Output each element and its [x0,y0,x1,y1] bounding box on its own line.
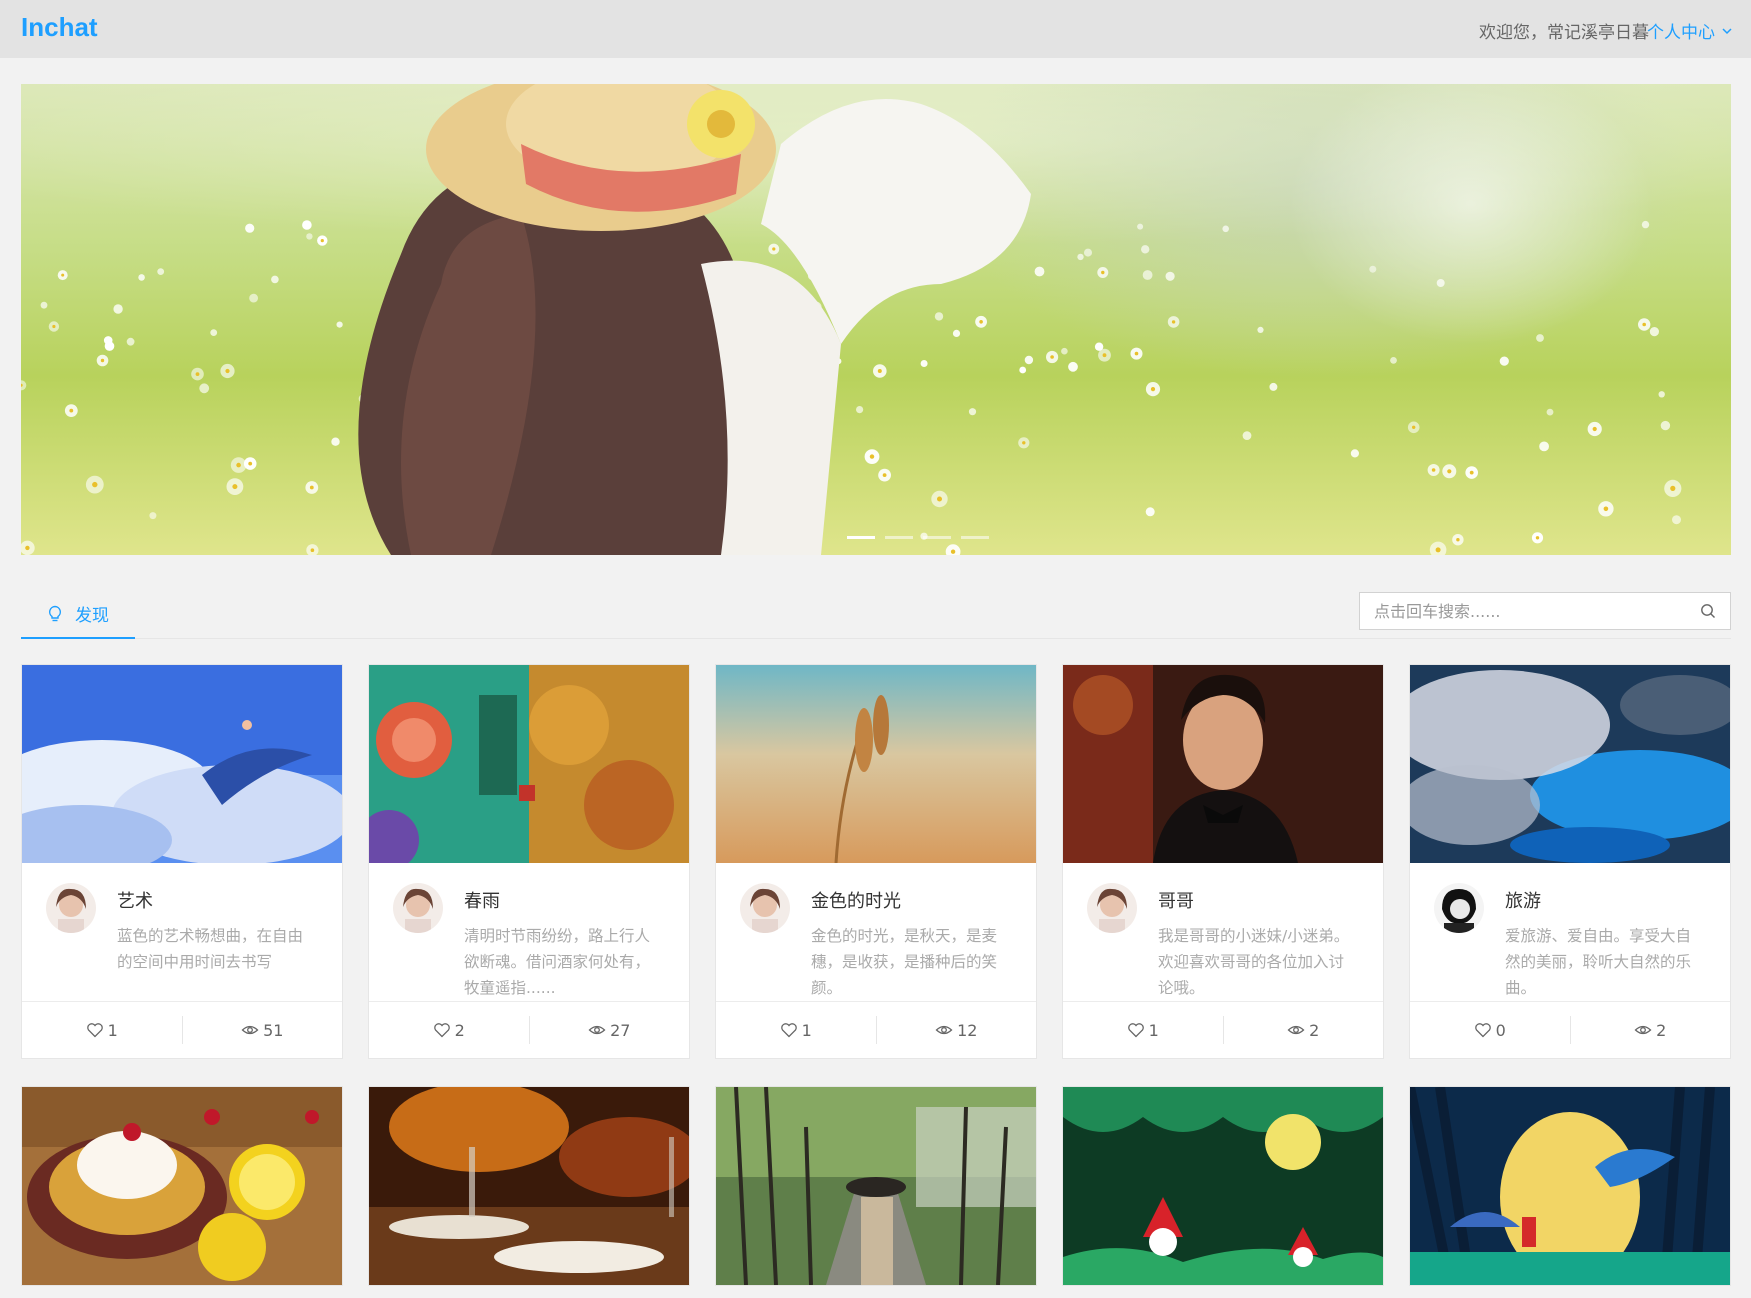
banner-image [21,84,1731,555]
card-cover-image[interactable] [22,1087,342,1285]
card-cover-image[interactable] [22,665,342,863]
like-button[interactable]: 1 [22,1002,182,1058]
like-button[interactable]: 1 [716,1002,876,1058]
eye-icon [935,1025,953,1035]
user-center-menu[interactable]: 个人中心 [1647,18,1733,43]
search-box [1359,592,1731,630]
top-navbar: Inchat 欢迎您，常记溪亭日暮 个人中心 [0,0,1751,58]
like-count: 1 [107,1020,118,1040]
card-description: 金色的时光，是秋天，是麦穗，是收获，是播种后的笑颜。 [811,927,998,997]
card-cover-image[interactable] [716,1087,1036,1285]
tab-discover[interactable]: 发现 [21,590,135,639]
card-description: 我是哥哥的小迷妹/小迷弟。欢迎喜欢哥哥的各位加入讨论哦。 [1158,927,1350,997]
card-footer: 1 12 [716,1002,1036,1058]
post-card[interactable]: 春雨 清明时节雨纷纷，路上行人欲断魂。借问酒家何处有，牧童遥指...... 2 … [368,664,690,1059]
brand-logo[interactable]: Inchat [21,12,98,43]
like-button[interactable]: 2 [369,1002,529,1058]
card-cover-image[interactable] [369,1087,689,1285]
card-body: 艺术 蓝色的艺术畅想曲，在自由的空间中用时间去书写 [22,863,342,1002]
heart-icon [1474,1023,1491,1038]
eye-icon [241,1025,259,1035]
card-cover-image[interactable] [1063,1087,1383,1285]
post-card[interactable] [21,1086,343,1286]
avatar[interactable] [1087,883,1137,933]
view-count: 2 [1309,1020,1320,1040]
card-body: 春雨 清明时节雨纷纷，路上行人欲断魂。借问酒家何处有，牧童遥指...... [369,863,689,1002]
tab-label: 发现 [75,606,109,626]
card-title[interactable]: 旅游 [1505,887,1541,913]
post-card[interactable] [1409,1086,1731,1286]
search-input[interactable] [1360,593,1680,629]
card-body: 旅游 爱旅游、爱自由。享受大自然的美丽，聆听大自然的乐曲。 [1410,863,1730,1002]
carousel-indicator[interactable] [885,536,913,539]
carousel-indicator[interactable] [961,536,989,539]
user-center-label: 个人中心 [1647,23,1715,43]
view-count-stat: 27 [530,1002,690,1058]
card-cover-image[interactable] [1063,665,1383,863]
heart-icon [1127,1023,1144,1038]
card-title[interactable]: 春雨 [464,887,500,913]
card-title[interactable]: 哥哥 [1158,887,1194,913]
heart-icon [780,1023,797,1038]
eye-icon [588,1025,606,1035]
card-footer: 1 51 [22,1002,342,1058]
search-icon[interactable] [1700,603,1716,619]
card-footer: 1 2 [1063,1002,1383,1058]
view-count-stat: 2 [1571,1002,1731,1058]
welcome-text: 欢迎您，常记溪亭日暮 [1479,23,1649,43]
view-count: 51 [263,1020,284,1040]
avatar[interactable] [393,883,443,933]
post-card[interactable] [1062,1086,1384,1286]
carousel-indicator[interactable] [923,536,951,539]
like-count: 1 [801,1020,812,1040]
eye-icon [1287,1025,1305,1035]
post-card[interactable]: 旅游 爱旅游、爱自由。享受大自然的美丽，聆听大自然的乐曲。 0 2 [1409,664,1731,1059]
heart-icon [86,1023,103,1038]
card-cover-image[interactable] [716,665,1036,863]
card-footer: 2 27 [369,1002,689,1058]
card-footer: 0 2 [1410,1002,1730,1058]
card-description: 蓝色的艺术畅想曲，在自由的空间中用时间去书写 [117,927,304,971]
post-card[interactable]: 艺术 蓝色的艺术畅想曲，在自由的空间中用时间去书写 1 51 [21,664,343,1059]
card-description: 爱旅游、爱自由。享受大自然的美丽，聆听大自然的乐曲。 [1505,927,1692,997]
view-count: 27 [610,1020,631,1040]
heart-icon [433,1023,450,1038]
chevron-down-icon [1722,27,1732,34]
view-count-stat: 2 [1224,1002,1384,1058]
card-cover-image[interactable] [1410,665,1730,863]
card-cover-image[interactable] [1410,1087,1730,1285]
view-count: 12 [957,1020,978,1040]
view-count-stat: 12 [877,1002,1037,1058]
like-button[interactable]: 1 [1063,1002,1223,1058]
like-count: 1 [1148,1020,1159,1040]
card-title[interactable]: 艺术 [117,887,153,913]
card-title[interactable]: 金色的时光 [811,887,901,913]
card-body: 哥哥 我是哥哥的小迷妹/小迷弟。欢迎喜欢哥哥的各位加入讨论哦。 [1063,863,1383,1002]
card-body: 金色的时光 金色的时光，是秋天，是麦穗，是收获，是播种后的笑颜。 [716,863,1036,1002]
like-count: 0 [1495,1020,1506,1040]
avatar[interactable] [740,883,790,933]
post-card[interactable]: 哥哥 我是哥哥的小迷妹/小迷弟。欢迎喜欢哥哥的各位加入讨论哦。 1 2 [1062,664,1384,1059]
card-cover-image[interactable] [369,665,689,863]
carousel-indicator[interactable] [847,536,875,539]
like-button[interactable]: 0 [1410,1002,1570,1058]
bulb-icon [48,605,62,621]
carousel-indicators [847,536,989,539]
hero-carousel[interactable] [21,84,1731,555]
view-count: 2 [1656,1020,1667,1040]
view-count-stat: 51 [183,1002,343,1058]
avatar[interactable] [1434,883,1484,933]
eye-icon [1634,1025,1652,1035]
like-count: 2 [454,1020,465,1040]
card-description: 清明时节雨纷纷，路上行人欲断魂。借问酒家何处有，牧童遥指...... [464,927,651,997]
avatar[interactable] [46,883,96,933]
post-card[interactable] [715,1086,1037,1286]
post-card[interactable] [368,1086,690,1286]
post-card[interactable]: 金色的时光 金色的时光，是秋天，是麦穗，是收获，是播种后的笑颜。 1 12 [715,664,1037,1059]
